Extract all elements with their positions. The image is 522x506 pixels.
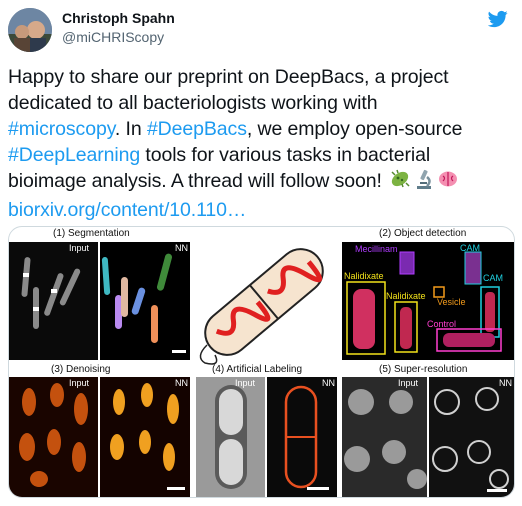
twitter-bird-icon[interactable] <box>487 9 508 29</box>
panel-title-super-resolution: (5) Super-resolution <box>379 364 468 375</box>
input-label: Input <box>398 378 419 388</box>
hashtag-deepbacs[interactable]: #DeepBacs <box>147 118 247 140</box>
article-link[interactable]: biorxiv.org/content/10.110… <box>8 197 512 223</box>
detection-label-cam: CAM <box>483 273 503 283</box>
tweet-text-fragment: . In <box>114 118 147 140</box>
panel-title-object-detection: (2) Object detection <box>379 228 467 239</box>
tweet-line: #DeepLearning tools for various tasks in… <box>8 142 512 168</box>
detection-label-nalidixate: Nalidixate <box>344 271 384 281</box>
nn-label: NN <box>175 378 188 388</box>
tweet-line: bioimage analysis. A thread will follow … <box>8 168 512 197</box>
tweet-line: Happy to share our preprint on DeepBacs,… <box>8 66 449 88</box>
tweet-line: dedicated to all bacteriologists working… <box>8 92 378 114</box>
tweet-text-fragment: tools for various tasks in bacterial <box>140 144 431 166</box>
input-label: Input <box>69 378 90 388</box>
author-name[interactable]: Christoph Spahn <box>62 10 175 26</box>
detection-label-mecillinam: Mecillinam <box>355 244 398 254</box>
nn-label: NN <box>499 378 512 388</box>
tweet-text: Happy to share our preprint on DeepBacs,… <box>8 64 512 223</box>
panel-title-artificial-labeling: (4) Artificial Labeling <box>212 364 303 375</box>
tweet-line: #microscopy. In #DeepBacs, we employ ope… <box>8 116 512 142</box>
avatar[interactable] <box>8 8 52 52</box>
brain-icon <box>437 168 459 197</box>
tweet-media-image[interactable]: (1) Segmentation (2) Object detection (3… <box>8 226 515 498</box>
tweet-text-fragment: , we employ open-source <box>246 118 463 140</box>
author-handle[interactable]: @miCHRIScopy <box>62 29 164 45</box>
microscope-icon <box>413 168 435 197</box>
detection-label-vesicle: Vesicle <box>437 297 466 307</box>
hashtag-microscopy[interactable]: #microscopy <box>8 118 115 140</box>
detection-label-control: Control <box>427 319 457 329</box>
detection-label-cam: CAM <box>460 243 480 253</box>
microbe-icon <box>389 168 411 197</box>
nn-label: NN <box>175 243 188 253</box>
input-label: Input <box>69 243 90 253</box>
hashtag-deeplearning[interactable]: #DeepLearning <box>8 144 140 166</box>
panel-title-denoising: (3) Denoising <box>51 364 111 375</box>
panel-title-segmentation: (1) Segmentation <box>53 228 130 239</box>
nn-label: NN <box>322 378 335 388</box>
detection-label-nalidixate: Nalidixate <box>386 291 426 301</box>
tweet-text-fragment: bioimage analysis. A thread will follow … <box>8 170 382 192</box>
input-label: Input <box>235 378 256 388</box>
